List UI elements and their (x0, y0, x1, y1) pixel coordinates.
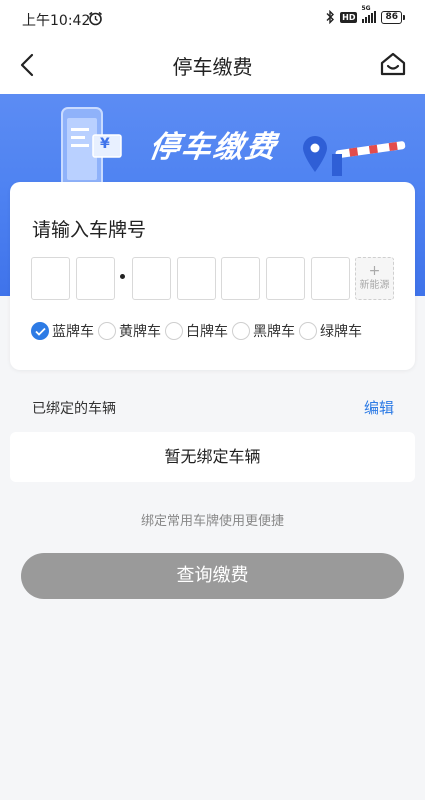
battery-level: 86 (381, 10, 402, 24)
radio-unchecked-icon[interactable] (299, 322, 317, 340)
new-energy-label: 新能源 (359, 280, 390, 291)
plate-char-box-3[interactable] (132, 257, 171, 300)
plate-color-label: 绿牌车 (320, 324, 362, 340)
plate-char-box-6[interactable] (266, 257, 305, 300)
plus-icon: + (368, 263, 381, 279)
plate-color-black[interactable]: 黑牌车 (232, 321, 295, 341)
nav-bar: 停车缴费 (0, 40, 425, 94)
plate-color-yellow[interactable]: 黄牌车 (98, 321, 161, 341)
bind-hint-text: 绑定常用车牌使用更便捷 (140, 514, 284, 529)
status-time: 上午10:42 (22, 13, 91, 29)
battery-icon: 86 (381, 10, 405, 24)
hd-badge: HD (340, 11, 358, 23)
plate-color-white[interactable]: 白牌车 (165, 321, 228, 341)
plate-char-box-5[interactable] (221, 257, 260, 300)
bluetooth-icon (326, 10, 335, 24)
radio-unchecked-icon[interactable] (165, 322, 183, 340)
radio-unchecked-icon[interactable] (98, 322, 116, 340)
location-pin-icon (303, 136, 327, 172)
page-title: 停车缴费 (172, 55, 253, 79)
plate-char-box-4[interactable] (177, 257, 216, 300)
plate-input-heading: 请输入车牌号 (32, 219, 147, 241)
radio-checked-icon[interactable] (31, 322, 49, 340)
alarm-clock-icon (89, 11, 102, 26)
bill-symbol: ¥ (100, 136, 110, 152)
plate-color-green[interactable]: 绿牌车 (299, 321, 362, 341)
query-payment-button[interactable]: 查询缴费 (21, 553, 404, 599)
radio-unchecked-icon[interactable] (232, 322, 250, 340)
plate-separator-dot (120, 274, 125, 279)
new-energy-plate-box[interactable]: + 新能源 (355, 257, 394, 300)
parking-barrier-illustration (332, 141, 406, 176)
plate-color-label: 黄牌车 (119, 324, 161, 340)
status-icons: HD 5G 86 (325, 5, 405, 24)
network-type: 5G (361, 5, 371, 12)
edit-button[interactable]: 编辑 (364, 397, 394, 418)
plate-char-box-1[interactable] (31, 257, 70, 300)
plate-color-label: 白牌车 (186, 324, 228, 340)
plate-color-label: 蓝牌车 (52, 324, 94, 340)
home-icon[interactable] (379, 50, 407, 78)
plate-input-card: 请输入车牌号 + 新能源 蓝牌车 黄牌车 白牌车 黑牌车 绿牌车 (10, 182, 415, 370)
empty-bound-vehicles: 暂无绑定车辆 (10, 432, 415, 482)
status-bar: 上午10:42 HD 5G 86 (0, 0, 425, 40)
plate-char-box-7[interactable] (311, 257, 350, 300)
plate-color-options: 蓝牌车 黄牌车 白牌车 黑牌车 绿牌车 (31, 321, 366, 341)
signal-strength-icon: 5G (361, 5, 377, 23)
plate-char-box-2[interactable] (76, 257, 115, 300)
bound-vehicles-title: 已绑定的车辆 (32, 401, 116, 417)
plate-color-label: 黑牌车 (253, 324, 295, 340)
bill-illustration: ¥ (92, 134, 122, 158)
banner-title: 停车缴费 (147, 130, 280, 165)
plate-color-blue[interactable]: 蓝牌车 (31, 321, 94, 341)
